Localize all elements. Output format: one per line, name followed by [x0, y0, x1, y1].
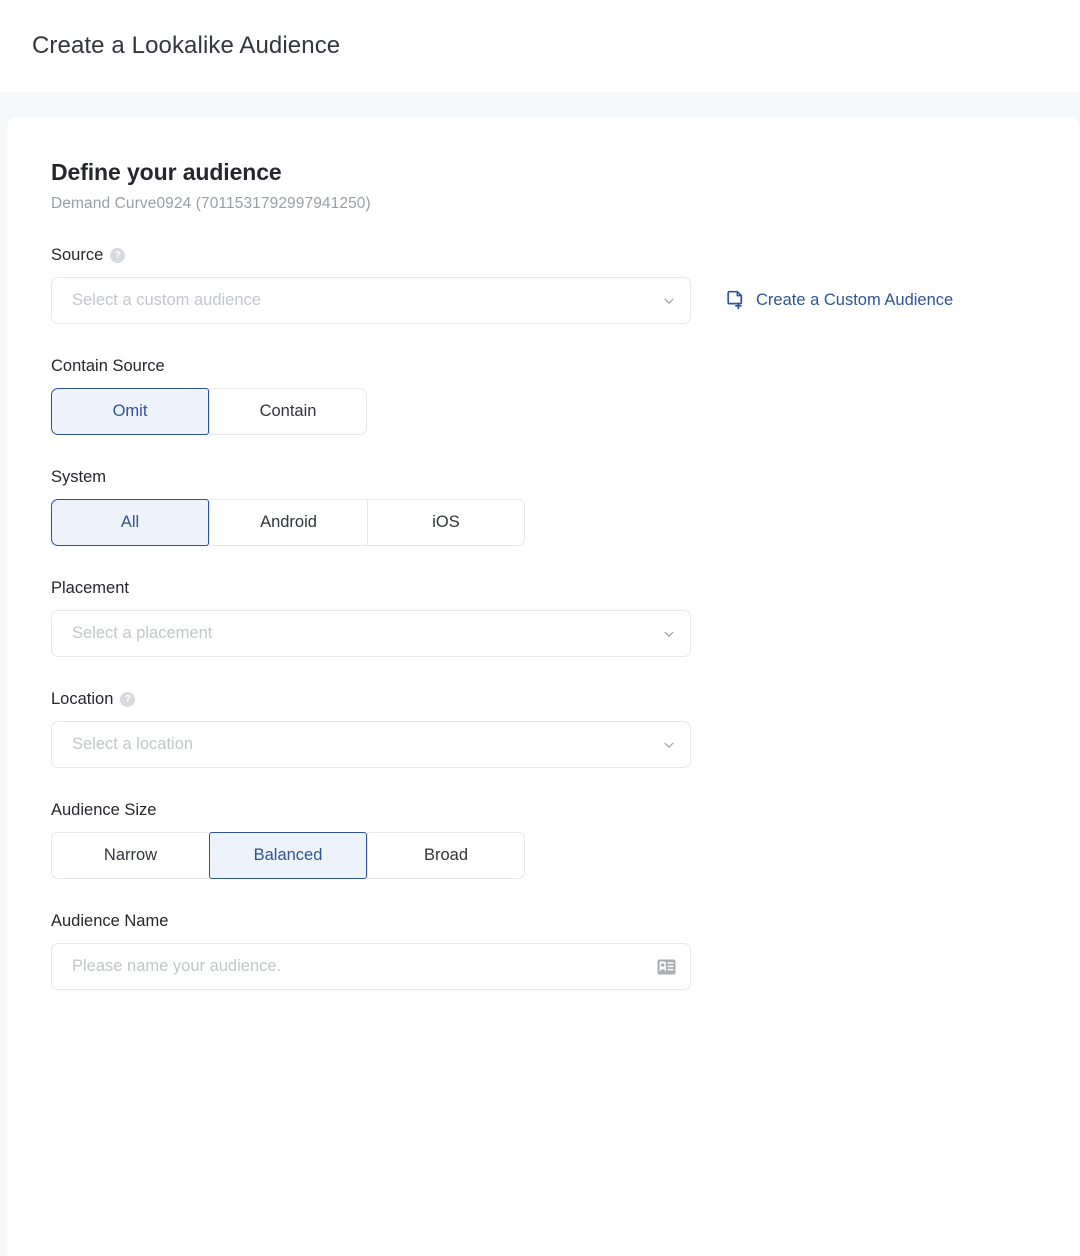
field-contain-source: Contain Source Omit Contain	[51, 357, 1080, 435]
contain-source-segmented-control: Omit Contain	[51, 388, 1080, 435]
field-location: Location ? Select a location	[51, 690, 1080, 768]
location-select[interactable]: Select a location	[51, 721, 691, 768]
segment-broad[interactable]: Broad	[367, 832, 525, 879]
location-label-row: Location ?	[51, 690, 1080, 709]
contain-source-label: Contain Source	[51, 357, 165, 376]
audience-name-placeholder: Please name your audience.	[72, 957, 657, 976]
placement-select-placeholder: Select a placement	[72, 624, 662, 643]
field-audience-size: Audience Size Narrow Balanced Broad	[51, 801, 1080, 879]
source-label: Source	[51, 246, 103, 265]
page-header: Create a Lookalike Audience	[0, 0, 1080, 92]
field-source: Source ? Select a custom audience Create…	[51, 246, 1080, 324]
audience-name-label-row: Audience Name	[51, 912, 1080, 931]
segment-narrow[interactable]: Narrow	[51, 832, 209, 879]
source-select[interactable]: Select a custom audience	[51, 277, 691, 324]
field-audience-name: Audience Name Please name your audience.	[51, 912, 1080, 990]
chevron-down-icon	[662, 627, 676, 641]
source-row: Select a custom audience Create a Custom…	[51, 277, 1080, 324]
audience-size-label-row: Audience Size	[51, 801, 1080, 820]
segment-all[interactable]: All	[51, 499, 209, 546]
system-segmented-control: All Android iOS	[51, 499, 1080, 546]
placement-label: Placement	[51, 579, 129, 598]
chevron-down-icon	[662, 738, 676, 752]
field-placement: Placement Select a placement	[51, 579, 1080, 657]
define-audience-card: Define your audience Demand Curve0924 (7…	[7, 117, 1080, 1256]
location-select-placeholder: Select a location	[72, 735, 662, 754]
contain-source-label-row: Contain Source	[51, 357, 1080, 376]
help-circle-icon[interactable]: ?	[110, 248, 125, 263]
chevron-down-icon	[662, 294, 676, 308]
audience-name-label: Audience Name	[51, 912, 168, 931]
field-system: System All Android iOS	[51, 468, 1080, 546]
file-plus-icon	[727, 290, 747, 311]
audience-size-label: Audience Size	[51, 801, 157, 820]
segment-contain[interactable]: Contain	[209, 388, 367, 435]
id-card-icon[interactable]	[657, 959, 676, 975]
segment-balanced[interactable]: Balanced	[209, 832, 367, 879]
section-subheading: Demand Curve0924 (7011531792997941250)	[51, 195, 1080, 213]
create-custom-audience-link[interactable]: Create a Custom Audience	[727, 290, 953, 311]
section-heading: Define your audience	[51, 159, 1080, 186]
segment-ios[interactable]: iOS	[367, 499, 525, 546]
audience-size-segmented-control: Narrow Balanced Broad	[51, 832, 1080, 879]
placement-label-row: Placement	[51, 579, 1080, 598]
help-circle-icon[interactable]: ?	[120, 692, 135, 707]
system-label: System	[51, 468, 106, 487]
audience-name-input[interactable]: Please name your audience.	[51, 943, 691, 990]
segment-android[interactable]: Android	[209, 499, 367, 546]
segment-omit[interactable]: Omit	[51, 388, 209, 435]
source-select-placeholder: Select a custom audience	[72, 291, 662, 310]
header-divider-strip	[0, 92, 1080, 117]
create-custom-audience-label: Create a Custom Audience	[756, 291, 953, 310]
location-label: Location	[51, 690, 113, 709]
system-label-row: System	[51, 468, 1080, 487]
source-label-row: Source ?	[51, 246, 1080, 265]
page-title: Create a Lookalike Audience	[32, 32, 340, 60]
placement-select[interactable]: Select a placement	[51, 610, 691, 657]
